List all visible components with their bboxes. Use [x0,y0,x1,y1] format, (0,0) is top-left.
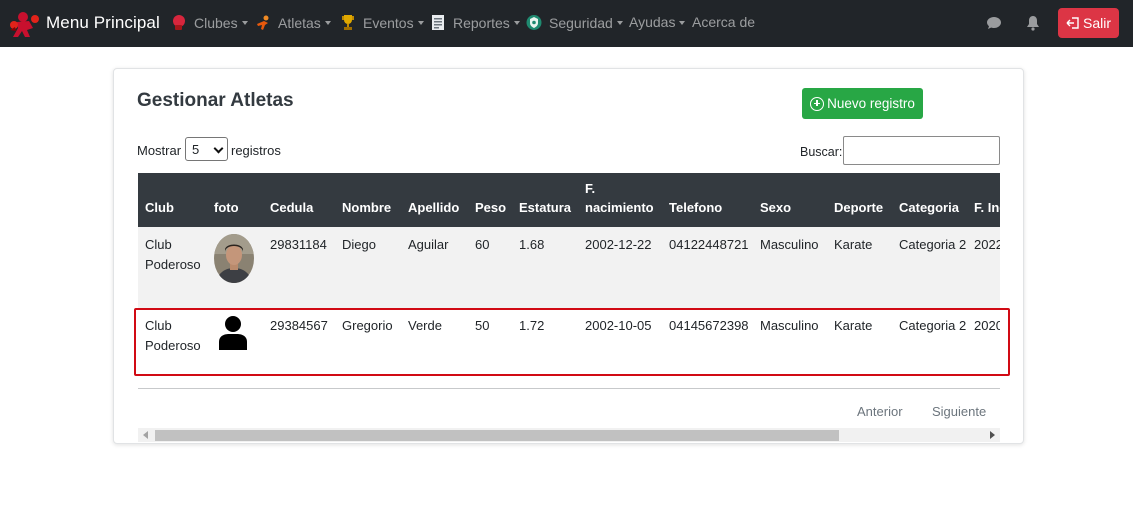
nav-atletas-label: Atletas [278,14,321,31]
cell-categoria: Categoria 2 [899,318,967,333]
horizontal-scrollbar[interactable] [138,428,1000,442]
length-prefix-label: Mostrar [137,143,182,158]
length-select[interactable]: 5 [185,137,228,161]
pagination-next[interactable]: Siguiente [932,404,986,419]
cell-nombre: Gregorio [342,318,393,333]
cell-categoria: Categoria 2 [899,237,967,252]
nav-clubes-label: Clubes [194,14,238,31]
col-header-sexo[interactable]: Sexo [753,173,827,227]
cell-club: Club Poderoso [145,318,201,353]
col-header-peso[interactable]: Peso [468,173,512,227]
plus-circle-icon [810,96,825,111]
cell-telefono: 04145672398 [669,318,749,333]
col-header-cedula[interactable]: Cedula [263,173,335,227]
brand-title: Menu Principal [46,13,160,32]
col-header-foto[interactable]: foto [207,173,263,227]
cell-estatura: 1.68 [519,237,545,252]
athletes-card: Gestionar Atletas Nuevo registro Mostrar… [113,68,1024,444]
page-title: Gestionar Atletas [137,90,294,111]
trophy-icon [342,15,354,30]
chevron-down-icon [616,21,623,25]
nav-eventos[interactable]: Eventos [340,14,424,31]
search-input[interactable] [843,136,1000,165]
table-row[interactable]: Club Poderoso 29831184 Diego Aguilar 60 … [138,227,1000,308]
shield-icon [526,15,542,30]
brand[interactable]: Menu Principal [9,8,160,38]
athlete-icon [257,15,269,30]
col-header-ingreso[interactable]: F. Ingreso [967,173,1000,227]
logout-label: Salir [1082,15,1111,31]
nav-seguridad-label: Seguridad [549,14,613,31]
top-navbar: Menu Principal Clubes Atletas Eventos Re… [0,0,1133,47]
cell-apellido: Aguilar [408,237,449,252]
cell-sexo: Masculino [760,237,819,252]
col-header-telefono[interactable]: Telefono [662,173,753,227]
chevron-down-icon [213,143,224,154]
athletes-table: Club foto Cedula Nombre Apellido Peso Es… [138,173,1000,389]
pagination-previous[interactable]: Anterior [857,404,903,419]
chat-icon[interactable] [986,15,1002,31]
col-header-estatura[interactable]: Estatura [512,173,578,227]
chevron-down-icon [417,21,424,25]
logout-button[interactable]: Salir [1058,8,1119,38]
nav-atletas[interactable]: Atletas [255,14,331,31]
col-header-deporte[interactable]: Deporte [827,173,892,227]
cell-nombre: Diego [342,237,376,252]
chevron-down-icon [241,21,248,25]
logout-icon [1066,17,1079,29]
new-record-button[interactable]: Nuevo registro [802,88,923,119]
nav-ayudas-label: Ayudas [629,14,676,30]
col-header-nacimiento[interactable]: F. nacimiento [578,173,662,227]
col-header-apellido[interactable]: Apellido [401,173,468,227]
cell-deporte: Karate [834,318,873,333]
cell-sexo: Masculino [760,318,819,333]
length-suffix-label: registros [231,143,281,158]
nav-acerca-de-label: Acerca de [692,14,756,30]
table-divider [138,388,1000,389]
boxing-glove-icon [173,15,185,30]
athletes-table-container: Club foto Cedula Nombre Apellido Peso Es… [138,173,1000,389]
bell-icon[interactable] [1025,15,1041,31]
new-record-label: Nuevo registro [827,96,915,111]
cell-telefono: 04122448721 [669,237,749,252]
chevron-down-icon [513,21,520,25]
cell-apellido: Verde [408,318,442,333]
cell-ingreso: 2022-10-3 [974,237,1000,252]
cell-ingreso: 2020-06-1 [974,318,1000,333]
col-header-categoria[interactable]: Categoria [892,173,967,227]
search-label: Buscar: [800,145,843,159]
cell-foto [207,308,263,389]
scroll-left-arrow-icon[interactable] [143,431,148,439]
athlete-photo [214,234,254,283]
nav-seguridad[interactable]: Seguridad [526,14,623,31]
nav-reportes[interactable]: Reportes [430,14,520,31]
cell-cedula: 29384567 [270,318,328,333]
nav-acerca-de[interactable]: Acerca de [692,14,755,30]
chevron-down-icon [679,20,686,25]
scroll-right-arrow-icon[interactable] [990,431,995,439]
cell-nacimiento: 2002-10-05 [585,318,652,333]
cell-cedula: 29831184 [270,237,327,252]
boxer-logo-icon [10,12,39,37]
cell-estatura: 1.72 [519,318,545,333]
cell-peso: 50 [475,318,490,333]
col-header-club[interactable]: Club [138,173,207,227]
col-header-nombre[interactable]: Nombre [335,173,401,227]
default-user-icon [219,316,247,350]
cell-peso: 60 [475,237,490,252]
report-icon [432,15,444,30]
nav-reportes-label: Reportes [453,14,510,31]
cell-deporte: Karate [834,237,873,252]
cell-club: Club Poderoso [145,237,201,272]
table-header-row: Club foto Cedula Nombre Apellido Peso Es… [138,173,1000,227]
cell-nacimiento: 2002-12-22 [585,237,652,252]
nav-ayudas[interactable]: Ayudas [629,14,686,30]
table-row[interactable]: Club Poderoso 29384567 Gregorio Verde 50… [138,308,1000,389]
length-select-value: 5 [192,141,200,157]
chevron-down-icon [324,21,331,25]
cell-foto [207,227,263,308]
nav-eventos-label: Eventos [363,14,414,31]
scrollbar-thumb[interactable] [155,430,839,441]
nav-clubes[interactable]: Clubes [171,14,248,31]
